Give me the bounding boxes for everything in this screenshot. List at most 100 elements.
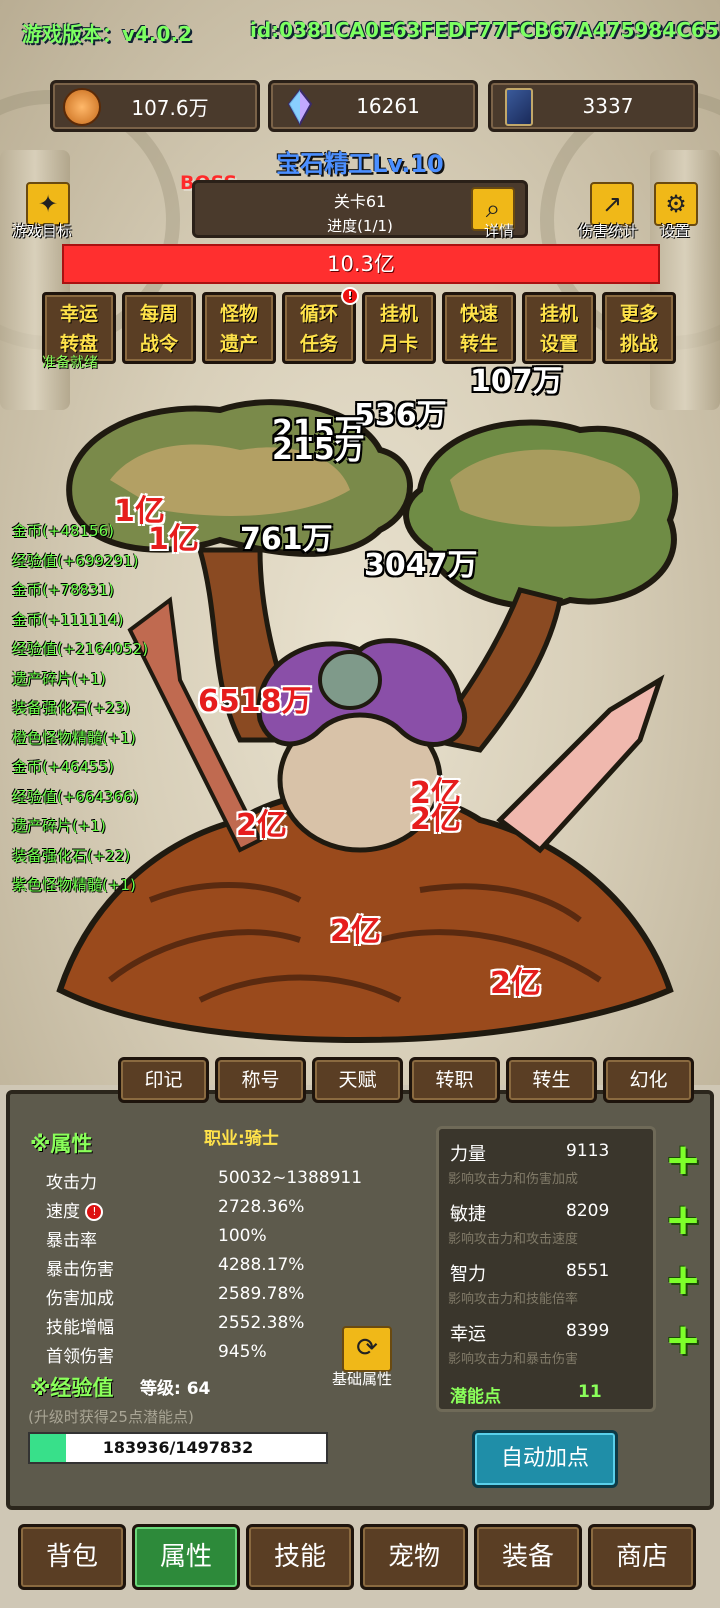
damage-number: 2亿 [490, 966, 541, 1001]
loot-log-entry: 金币(+48156) [12, 522, 114, 540]
potential-label: 潜能点 [450, 1387, 501, 1407]
nav-shop[interactable]: 商店 [588, 1524, 696, 1590]
loot-log-entry: 装备强化石(+22) [12, 846, 131, 865]
stat-crit-damage: 暴击伤害 4288.17% [46, 1255, 305, 1280]
idle-settings-button[interactable]: 挂机 设置 [522, 292, 596, 364]
version-label: 游戏版本：v4.0.2 [22, 22, 192, 46]
damage-number: 536万 [354, 398, 447, 433]
attr-intellect-value: 8551 [566, 1261, 610, 1281]
attr-agility-desc: 影响攻击力和攻击速度 [448, 1232, 579, 1247]
stat-boss-damage: 首领伤害 945% [46, 1342, 267, 1367]
loot-log-entry: 金币(+46455) [12, 758, 114, 776]
damage-number: 761万 [240, 522, 333, 557]
exp-bar-text: 183936/1497832 [102, 1438, 254, 1457]
quick-rebirth-button[interactable]: 快速 转生 [442, 292, 516, 364]
exp-title: ※经验值 [30, 1376, 114, 1400]
damage-stats-label: 伤害统计 [578, 222, 639, 240]
loot-log-entry: 遗产碎片(+1) [12, 817, 106, 835]
plus-strength-button[interactable]: + [664, 1138, 702, 1182]
crystal-icon [287, 88, 313, 126]
damage-number: 6518万 [198, 684, 312, 719]
attributes-title: ※属性 [30, 1132, 93, 1156]
tab-job-change[interactable]: 转职 [409, 1057, 500, 1103]
stat-speed: 速度 ! 2728.36% [46, 1197, 305, 1222]
alert-badge-icon: ! [341, 287, 359, 305]
loot-log: 金币(+48156) 经验值(+699291) 金币(+78831) 金币(+1… [12, 520, 148, 904]
feature-menu: 幸运 转盘 每周 战令 怪物 遗产 ! 循环 任务 挂机 月卡 快速 转生 挂机 设置 更多 挑战 [42, 287, 676, 364]
potential-value: 11 [578, 1382, 602, 1402]
damage-number: 107万 [470, 364, 563, 399]
sub-tabs: 印记 称号 天赋 转职 转生 幻化 [118, 1057, 694, 1103]
gold-coin-icon [63, 88, 101, 126]
damage-number: 2亿 [410, 802, 461, 837]
nav-equipment[interactable]: 装备 [474, 1524, 582, 1590]
loot-log-entry: 金币(+78831) [12, 581, 114, 599]
chart-up-icon: ↗ [601, 190, 623, 218]
stat-attack: 攻击力 50032~1388911 [46, 1168, 363, 1193]
attr-luck-value: 8399 [566, 1321, 610, 1341]
plus-luck-button[interactable]: + [664, 1318, 702, 1362]
nav-bag[interactable]: 背包 [18, 1524, 126, 1590]
nav-skills[interactable]: 技能 [246, 1524, 354, 1590]
refresh-icon: ⟳ [356, 1333, 378, 1363]
attr-agility-value: 8209 [566, 1201, 610, 1221]
tab-transform[interactable]: 幻化 [603, 1057, 694, 1103]
more-challenges-button[interactable]: 更多 挑战 [602, 292, 676, 364]
idle-monthly-card-button[interactable]: 挂机 月卡 [362, 292, 436, 364]
attr-strength-value: 9113 [566, 1141, 610, 1161]
warning-icon[interactable]: ! [85, 1203, 104, 1221]
tab-mark[interactable]: 印记 [118, 1057, 209, 1103]
attr-intellect-desc: 影响攻击力和技能倍率 [448, 1292, 579, 1307]
detail-label: 详情 [484, 222, 515, 240]
tab-rebirth[interactable]: 转生 [506, 1057, 597, 1103]
auto-allocate-button[interactable]: 自动加点 [472, 1430, 618, 1488]
card-resource: 3337 [488, 80, 698, 132]
nav-attributes[interactable]: 属性 [132, 1524, 240, 1590]
loot-log-entry: 经验值(+2164052) [12, 640, 149, 658]
level-hint: (升级时获得25点潜能点) [28, 1408, 194, 1426]
tab-title[interactable]: 称号 [215, 1057, 306, 1103]
loot-log-entry: 遗产碎片(+1) [12, 669, 106, 688]
game-goal-label: 游戏目标 [12, 222, 73, 240]
level-label: 等级: 64 [140, 1379, 211, 1399]
card-icon [505, 88, 533, 126]
boss-hp-bar: 10.3亿 [62, 244, 660, 284]
damage-number: 2亿 [236, 808, 287, 843]
plus-agility-button[interactable]: + [664, 1198, 702, 1242]
weekly-pass-button[interactable]: 每周 战令 [122, 292, 196, 364]
stat-crit-rate: 暴击率 100% [46, 1226, 267, 1251]
attr-strength-name: 力量 [450, 1144, 486, 1165]
base-attributes-button[interactable]: ⟳ [342, 1326, 392, 1372]
attr-agility-name: 敏捷 [450, 1204, 486, 1225]
attr-luck-desc: 影响攻击力和暴击伤害 [448, 1352, 579, 1367]
damage-number: 215万 [272, 432, 365, 467]
player-id: id:0381CA0E63FEDF77FCB67A475984C65F [250, 18, 720, 42]
loot-log-entry: 经验值(+699291) [12, 551, 139, 570]
boss-name: 宝石精工Lv.10 [276, 150, 444, 178]
sparkle-icon: ✦ [37, 190, 59, 218]
damage-number: 2亿 [330, 914, 381, 949]
loot-log-entry: 装备强化石(+23) [12, 699, 131, 717]
loot-log-entry: 橙色怪物精髓(+1) [12, 728, 136, 747]
monster-legacy-button[interactable]: 怪物 遗产 [202, 292, 276, 364]
tab-talent[interactable]: 天赋 [312, 1057, 403, 1103]
gear-icon: ⚙ [665, 190, 687, 218]
job-label: 职业:骑士 [204, 1129, 279, 1149]
crystal-resource: 16261 [268, 80, 478, 132]
attr-intellect-name: 智力 [450, 1264, 486, 1285]
damage-number: 1亿 [148, 522, 199, 557]
wheel-ready-label: 准备就绪 [42, 355, 98, 371]
attr-luck-name: 幸运 [450, 1324, 486, 1345]
loot-log-entry: 紫色怪物精髓(+1) [12, 876, 136, 894]
exp-bar: 183936/1497832 [28, 1432, 328, 1464]
stage-panel: 关卡61 进度(1/1) ⌕ [192, 180, 528, 238]
base-attributes-label: 基础属性 [332, 1370, 393, 1388]
nav-pets[interactable]: 宠物 [360, 1524, 468, 1590]
plus-intellect-button[interactable]: + [664, 1258, 702, 1302]
damage-number: 3047万 [364, 548, 478, 583]
stat-damage-bonus: 伤害加成 2589.78% [46, 1284, 305, 1309]
loot-log-entry: 经验值(+664366) [12, 787, 139, 806]
settings-label: 设置 [660, 222, 691, 240]
gold-resource: 107.6万 [50, 80, 260, 132]
loop-task-button[interactable]: ! 循环 任务 [282, 287, 359, 364]
